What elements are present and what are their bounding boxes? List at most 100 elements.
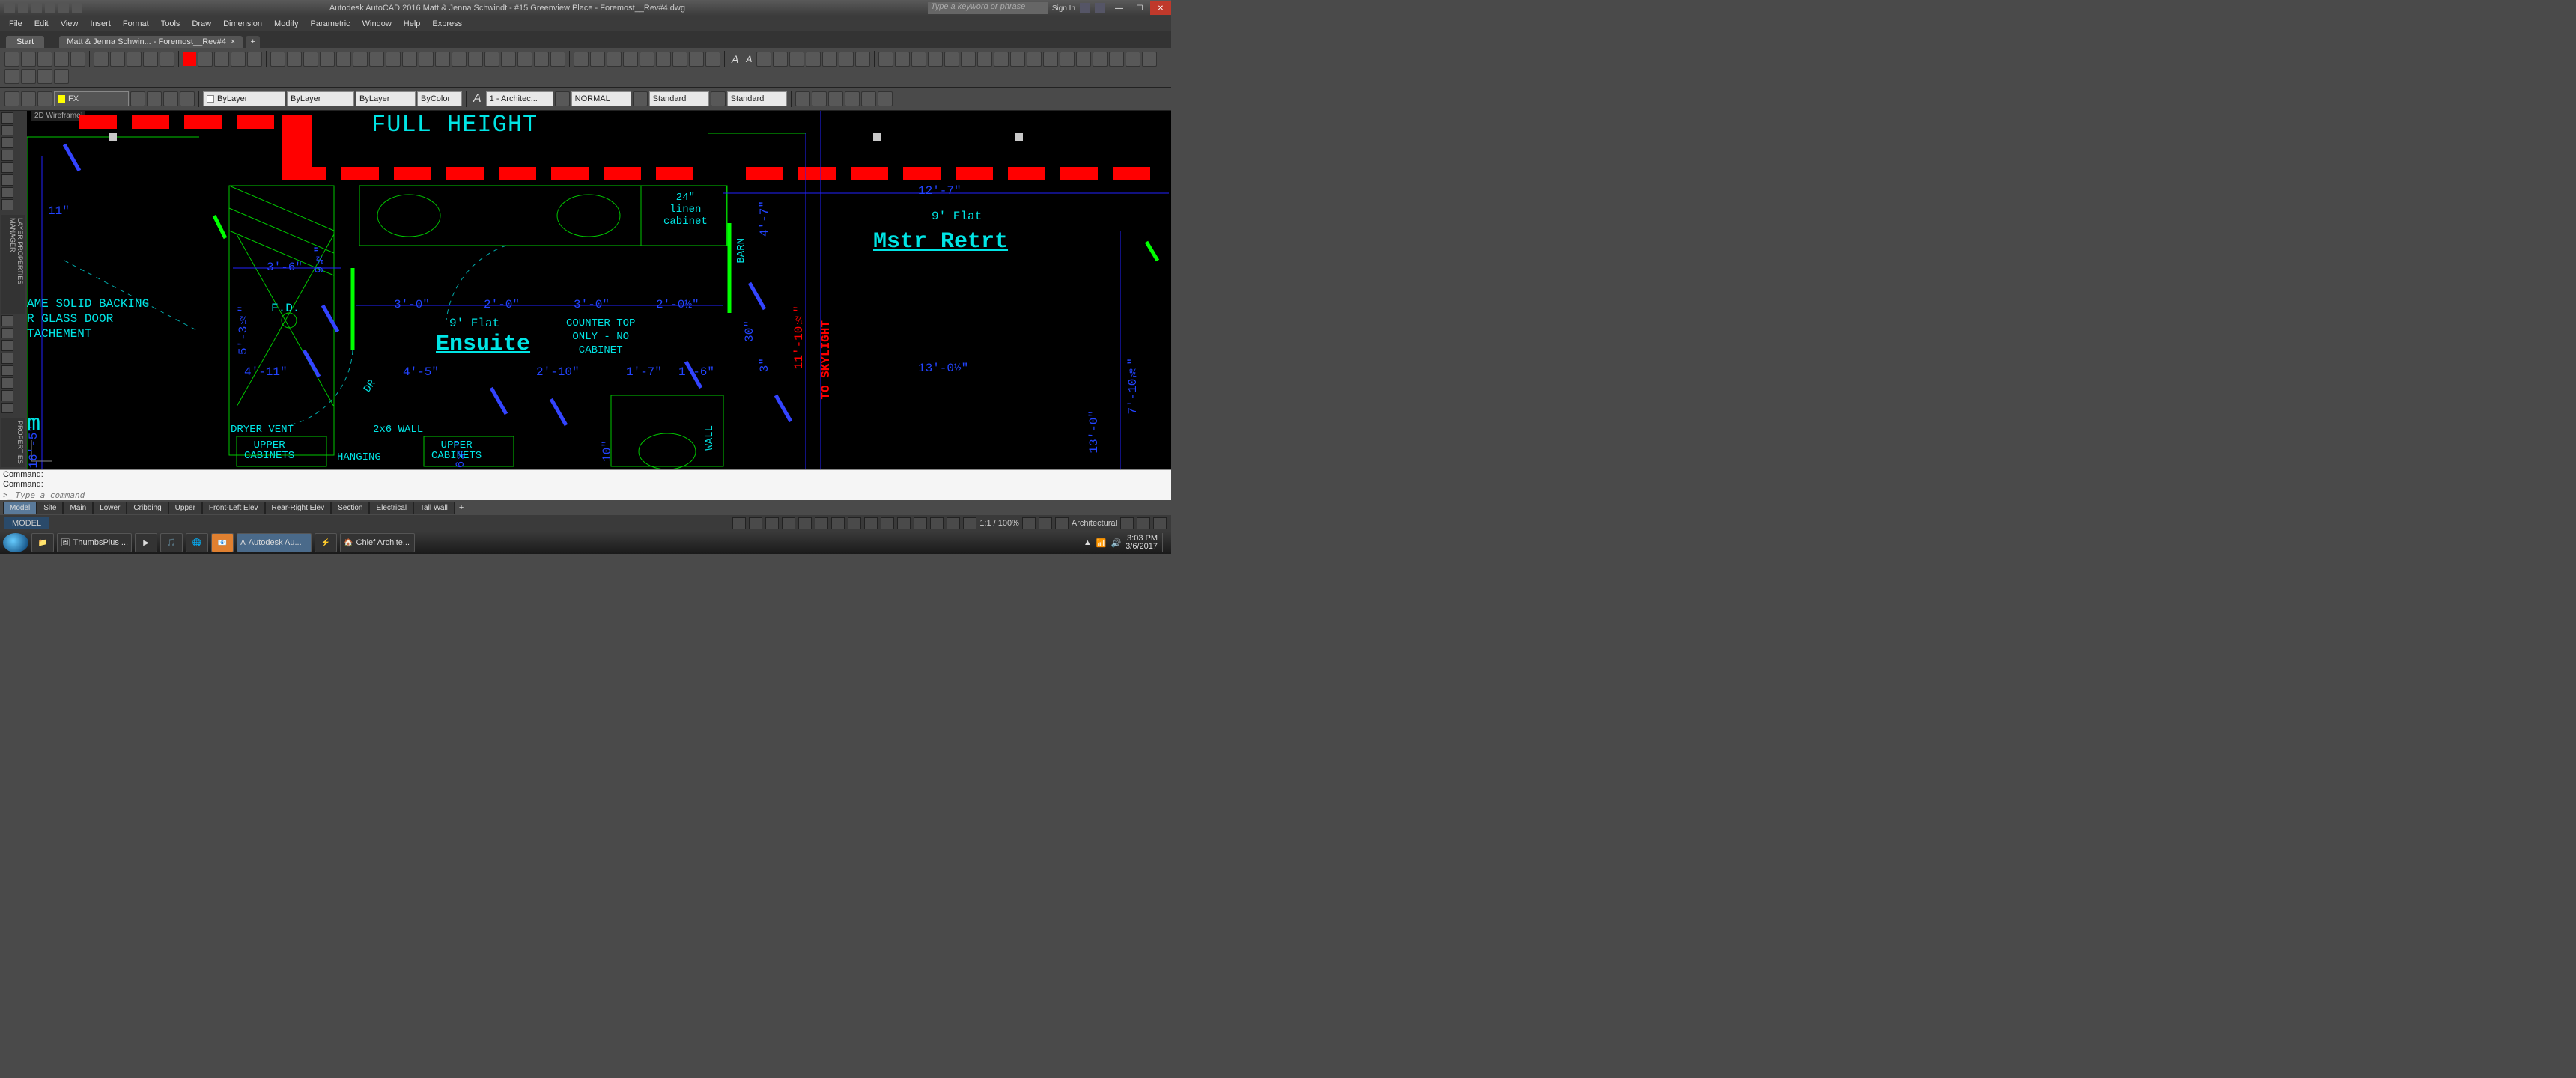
status-scale[interactable]: 1:1 / 100% [979,519,1019,528]
tool-icon[interactable] [623,52,638,67]
tool-icon[interactable] [54,52,69,67]
tab-document[interactable]: Matt & Jenna Schwin... - Foremost__Rev#4… [59,36,243,48]
tool-icon[interactable] [353,52,368,67]
linetype-dropdown[interactable]: ByLayer [287,91,354,106]
tool-icon[interactable] [711,91,726,106]
menu-modify[interactable]: Modify [268,18,304,30]
layer-manager-tab[interactable]: LAYER PROPERTIES MANAGER [1,215,25,314]
tool-icon[interactable] [1010,52,1025,67]
menu-window[interactable]: Window [356,18,398,30]
tool-icon[interactable] [1,403,13,414]
help-icon[interactable] [1095,3,1105,13]
lineweight-dropdown[interactable]: ByLayer [356,91,416,106]
status-toggle-icon[interactable] [864,517,878,529]
layout-add-button[interactable]: + [455,502,468,514]
tablestyle-dropdown[interactable]: Standard [649,91,709,106]
text-style-a[interactable]: A [729,53,741,65]
tool-icon[interactable] [1043,52,1058,67]
tool-icon[interactable] [845,91,860,106]
command-input[interactable] [16,490,1168,500]
tool-icon[interactable] [795,91,810,106]
tool-icon[interactable] [534,52,549,67]
textstyle-dropdown[interactable]: 1 - Architec... [486,91,553,106]
draw-ellipse-icon[interactable] [1,174,13,186]
tool-icon[interactable] [555,91,570,106]
tool-icon[interactable] [1142,52,1157,67]
tool-icon[interactable] [21,52,36,67]
tool-icon[interactable] [468,52,483,67]
menu-edit[interactable]: Edit [28,18,55,30]
tool-icon[interactable] [4,69,19,84]
layer-dropdown[interactable]: FX [54,91,129,106]
draw-rect-icon[interactable] [1,162,13,174]
layout-tab-upper[interactable]: Upper [168,502,202,514]
status-toggle-icon[interactable] [782,517,795,529]
status-model[interactable]: MODEL [4,517,49,529]
tool-icon[interactable] [4,52,19,67]
menu-parametric[interactable]: Parametric [304,18,356,30]
tray-network-icon[interactable]: 📶 [1096,538,1107,548]
menu-insert[interactable]: Insert [84,18,117,30]
menu-draw[interactable]: Draw [186,18,217,30]
tool-icon[interactable] [270,52,285,67]
tool-icon[interactable] [517,52,532,67]
status-toggle-icon[interactable] [881,517,894,529]
properties-tab[interactable]: PROPERTIES [1,418,25,467]
tool-icon[interactable] [633,91,648,106]
layer-tool-icon[interactable] [4,91,19,106]
layout-tab-front-left-elev[interactable]: Front-Left Elev [202,502,265,514]
tool-icon[interactable] [287,52,302,67]
status-toggle-icon[interactable] [914,517,927,529]
tool-icon[interactable] [878,91,893,106]
tool-icon[interactable] [54,69,69,84]
tool-icon[interactable] [861,91,876,106]
layout-tab-section[interactable]: Section [331,502,369,514]
tool-icon[interactable] [895,52,910,67]
tool-icon[interactable] [231,52,246,67]
layer-tool-icon[interactable] [21,91,36,106]
tool-icon[interactable] [1,390,13,401]
status-toggle-icon[interactable] [798,517,812,529]
qat-icon[interactable] [4,3,15,13]
tool-icon[interactable] [303,52,318,67]
status-toggle-icon[interactable] [765,517,779,529]
tool-icon[interactable] [320,52,335,67]
tool-icon[interactable] [773,52,788,67]
tray-clock[interactable]: 3:03 PM 3/6/2017 [1126,535,1158,551]
layout-tab-main[interactable]: Main [63,502,93,514]
menu-express[interactable]: Express [426,18,468,30]
taskbar-media-icon[interactable]: ▶ [135,533,157,552]
status-toggle-icon[interactable] [1137,517,1150,529]
exchange-icon[interactable] [1080,3,1090,13]
tool-icon[interactable] [607,52,622,67]
qat-save-icon[interactable] [45,3,55,13]
layer-tool-icon[interactable] [163,91,178,106]
menu-view[interactable]: View [55,18,85,30]
status-toggle-icon[interactable] [831,517,845,529]
status-toggle-icon[interactable] [930,517,944,529]
plotstyle-dropdown[interactable]: ByColor [417,91,462,106]
tool-icon[interactable] [37,69,52,84]
tool-icon[interactable] [640,52,654,67]
layer-tool-icon[interactable] [180,91,195,106]
tool-icon[interactable] [812,91,827,106]
tool-icon[interactable] [828,91,843,106]
mleaderstyle-dropdown[interactable]: Standard [727,91,787,106]
qat-open-icon[interactable] [31,3,42,13]
status-units[interactable]: Architectural [1072,519,1117,528]
drawing-canvas[interactable]: 2D Wireframe] [27,111,1171,469]
tool-icon[interactable] [961,52,976,67]
qat-new-icon[interactable] [18,3,28,13]
status-toggle-icon[interactable] [963,517,976,529]
taskbar-thumbsplus[interactable]: 🖼 ThumbsPlus ... [57,533,132,552]
tool-icon[interactable] [789,52,804,67]
tool-icon[interactable] [1,365,13,377]
tool-icon[interactable] [855,52,870,67]
signin-link[interactable]: Sign In [1052,4,1075,13]
tool-icon[interactable] [756,52,771,67]
tool-icon[interactable] [70,52,85,67]
tool-icon[interactable] [143,52,158,67]
start-orb[interactable] [3,533,28,552]
color-swatch[interactable] [183,52,196,66]
tray-icon[interactable]: ▲ [1084,538,1092,547]
